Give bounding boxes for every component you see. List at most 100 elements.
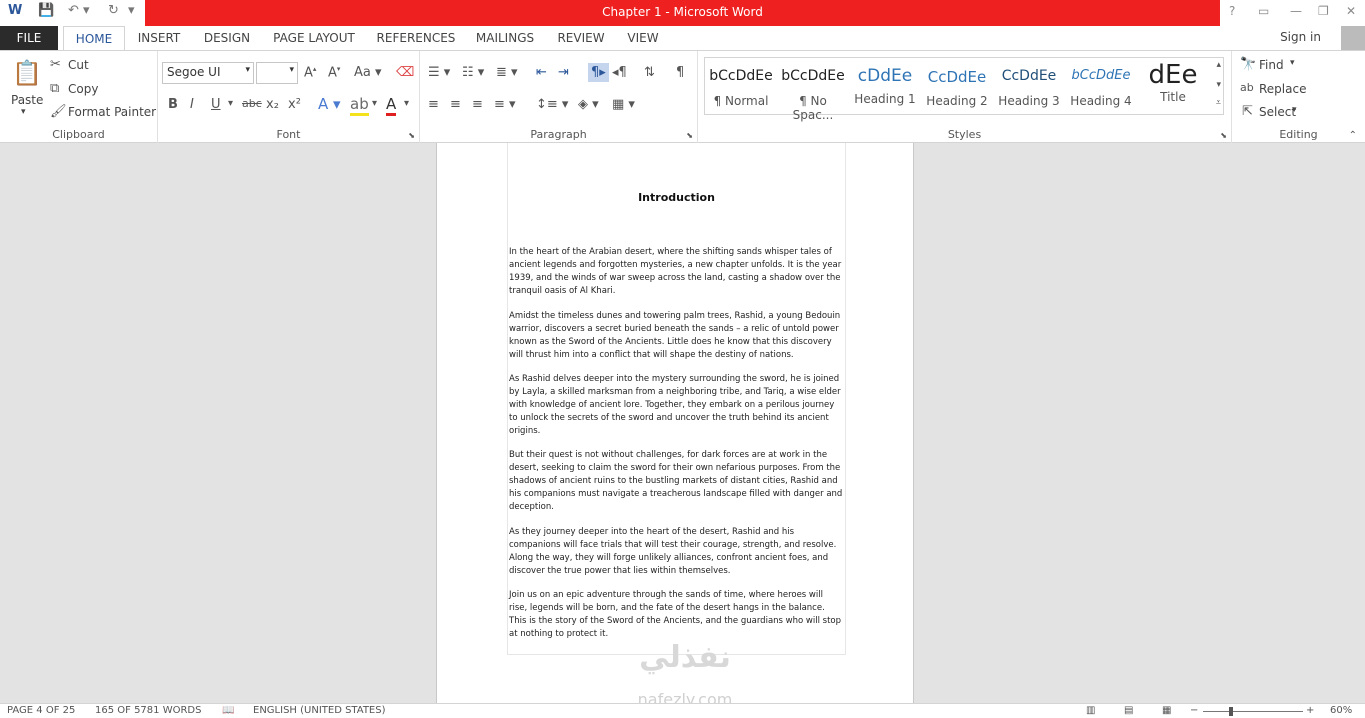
clear-formatting-icon[interactable]: ⌫ [396, 65, 414, 80]
replace-button[interactable]: Replace [1259, 82, 1306, 96]
paste-button[interactable]: Paste [11, 93, 43, 107]
tab-mailings[interactable]: MAILINGS [468, 26, 542, 50]
copy-icon[interactable]: ⧉ [50, 81, 59, 96]
tab-view[interactable]: VIEW [620, 26, 666, 50]
collapse-ribbon-icon[interactable]: ⌃ [1349, 130, 1357, 141]
paragraph-3[interactable]: As Rashid delves deeper into the mystery… [509, 373, 843, 438]
italic-button[interactable]: I [190, 97, 194, 112]
copy-button[interactable]: Copy [68, 82, 98, 96]
rtl-text-icon[interactable]: ◂¶ [612, 65, 627, 80]
style-heading-3[interactable]: CcDdEe Heading 3 [993, 58, 1065, 116]
font-color-icon[interactable]: A [386, 95, 397, 116]
replace-icon[interactable]: ab [1240, 81, 1254, 94]
paste-icon[interactable]: 📋 [12, 59, 42, 87]
format-painter-button[interactable]: Format Painter [68, 105, 156, 119]
style-heading-4[interactable]: bCcDdEe Heading 4 [1065, 58, 1137, 116]
sign-in-link[interactable]: Sign in [1280, 30, 1321, 44]
align-center-icon[interactable]: ≡ [450, 97, 461, 112]
borders-icon[interactable]: ▦ ▾ [612, 97, 635, 112]
paragraph-5[interactable]: As they journey deeper into the heart of… [509, 526, 843, 578]
superscript-button[interactable]: x² [288, 97, 301, 112]
tab-references[interactable]: REFERENCES [372, 26, 460, 50]
style-normal[interactable]: bCcDdEe ¶ Normal [705, 58, 777, 116]
customize-qat-icon[interactable]: ▾ [128, 3, 135, 18]
restore-button[interactable]: ❐ [1318, 4, 1329, 18]
proofing-icon[interactable]: 📖 [222, 705, 234, 716]
language-indicator[interactable]: ENGLISH (UNITED STATES) [253, 705, 386, 716]
document-heading[interactable]: Introduction [507, 191, 846, 204]
zoom-in-icon[interactable]: + [1306, 705, 1314, 716]
gallery-down-icon[interactable]: ▾ [1216, 80, 1221, 90]
text-effects-icon[interactable]: A ▾ [318, 95, 341, 113]
cut-icon[interactable]: ✂ [50, 57, 61, 72]
tab-page-layout[interactable]: PAGE LAYOUT [266, 26, 362, 50]
paragraph-4[interactable]: But their quest is not without challenge… [509, 449, 843, 514]
strikethrough-button[interactable]: abc [242, 97, 262, 110]
line-spacing-icon[interactable]: ↕≡ ▾ [536, 97, 568, 112]
web-layout-icon[interactable]: ▦ [1162, 705, 1171, 716]
tab-home[interactable]: HOME [63, 26, 125, 51]
chevron-down-icon[interactable]: ▾ [404, 98, 409, 109]
paragraph-2[interactable]: Amidst the timeless dunes and towering p… [509, 310, 843, 362]
binoculars-icon[interactable]: 🔭 [1240, 57, 1256, 72]
underline-button[interactable]: U [211, 97, 221, 112]
word-count[interactable]: 165 OF 5781 WORDS [95, 705, 201, 716]
page-count[interactable]: PAGE 4 OF 25 [7, 705, 75, 716]
highlight-icon[interactable]: ab [350, 95, 369, 116]
justify-icon[interactable]: ≡ ▾ [494, 97, 516, 112]
chevron-down-icon[interactable]: ▾ [228, 98, 233, 109]
select-button[interactable]: Select [1259, 105, 1296, 119]
minimize-button[interactable]: — [1290, 4, 1302, 18]
undo-icon[interactable]: ↶ ▾ [68, 3, 90, 18]
align-left-icon[interactable]: ≡ [428, 97, 439, 112]
style-heading-2[interactable]: CcDdEe Heading 2 [921, 58, 993, 116]
close-button[interactable]: ✕ [1346, 4, 1356, 18]
read-mode-icon[interactable]: ▥ [1086, 705, 1095, 716]
bold-button[interactable]: B [168, 97, 178, 112]
chevron-down-icon[interactable]: ▾ [372, 98, 377, 109]
dialog-launcher-icon[interactable]: ⬊ [1220, 131, 1227, 140]
style-heading-1[interactable]: cDdEe Heading 1 [849, 58, 921, 116]
ribbon-display-icon[interactable]: ▭ [1258, 4, 1269, 18]
numbering-icon[interactable]: ☷ ▾ [462, 65, 484, 80]
chevron-down-icon[interactable]: ▾ [1290, 58, 1295, 68]
cursor-icon[interactable]: ⇱ [1242, 104, 1253, 119]
change-case-icon[interactable]: Aa ▾ [354, 65, 382, 80]
zoom-level[interactable]: 60% [1330, 705, 1352, 716]
tab-review[interactable]: REVIEW [552, 26, 610, 50]
zoom-out-icon[interactable]: − [1190, 705, 1198, 716]
increase-indent-icon[interactable]: ⇥ [558, 65, 569, 80]
zoom-slider[interactable] [1203, 711, 1303, 712]
shrink-font-icon[interactable]: A▾ [328, 65, 340, 80]
help-icon[interactable]: ? [1229, 4, 1235, 18]
save-icon[interactable]: 💾 [38, 3, 54, 18]
multilevel-list-icon[interactable]: ≣ ▾ [496, 65, 518, 80]
ltr-text-icon[interactable]: ¶▸ [588, 63, 609, 82]
gallery-more-icon[interactable]: ⩡ [1216, 98, 1221, 108]
shading-icon[interactable]: ◈ ▾ [578, 97, 599, 112]
style-no-spacing[interactable]: bCcDdEe ¶ No Spac... [777, 58, 849, 122]
print-layout-icon[interactable]: ▤ [1124, 705, 1133, 716]
tab-file[interactable]: FILE [0, 26, 58, 50]
bullets-icon[interactable]: ☰ ▾ [428, 65, 450, 80]
gallery-up-icon[interactable]: ▴ [1216, 60, 1221, 70]
find-button[interactable]: Find [1259, 58, 1284, 72]
style-title[interactable]: dEe Title [1137, 58, 1209, 116]
cut-button[interactable]: Cut [68, 58, 89, 72]
font-name-input[interactable]: Segoe UI ▾ [162, 62, 254, 84]
font-size-input[interactable]: ▾ [256, 62, 298, 84]
dialog-launcher-icon[interactable]: ⬊ [686, 131, 693, 140]
redo-icon[interactable]: ↻ [108, 3, 119, 18]
tab-insert[interactable]: INSERT [130, 26, 188, 50]
sort-icon[interactable]: ⇅ [644, 65, 655, 80]
align-right-icon[interactable]: ≡ [472, 97, 483, 112]
show-marks-icon[interactable]: ¶ [676, 65, 684, 80]
grow-font-icon[interactable]: A▴ [304, 65, 316, 80]
decrease-indent-icon[interactable]: ⇤ [536, 65, 547, 80]
chevron-down-icon[interactable]: ▾ [1292, 105, 1297, 115]
paragraph-1[interactable]: In the heart of the Arabian desert, wher… [509, 246, 843, 298]
word-icon[interactable]: W [8, 3, 22, 18]
subscript-button[interactable]: x₂ [266, 97, 279, 112]
avatar[interactable] [1341, 26, 1365, 50]
paste-dropdown-icon[interactable]: ▾ [21, 107, 26, 117]
